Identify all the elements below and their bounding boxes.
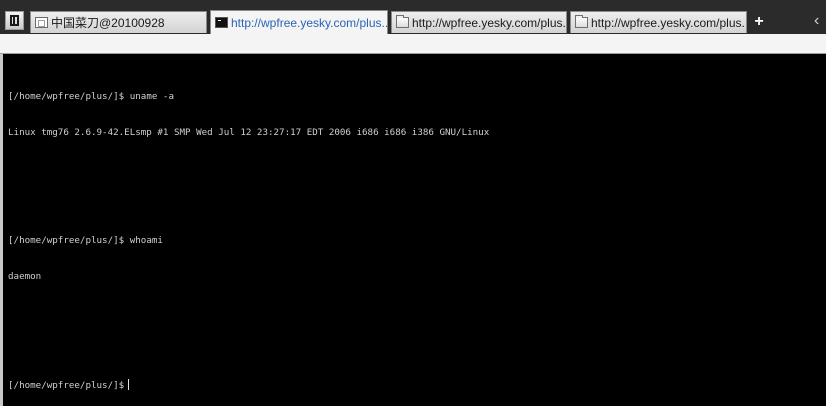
browser-window: 中国菜刀@20100928 http://wpfree.yesky.com/pl… (0, 0, 826, 406)
folder-icon (396, 15, 409, 28)
terminal-output-line: Linux tmg76 2.6.9-42.ELsmp #1 SMP Wed Ju… (8, 127, 490, 138)
terminal-command-line: [/home/wpfree/plus/]$ whoami (8, 235, 489, 247)
terminal-command-line: [/home/wpfree/plus/]$ uname -a (8, 91, 489, 103)
tab-terminal[interactable]: http://wpfree.yesky.com/plus... (210, 10, 388, 34)
text-cursor (128, 379, 130, 390)
tab-file-manager-2[interactable]: http://wpfree.yesky.com/plus... (570, 11, 747, 33)
sidebar-toggle-icon[interactable] (5, 11, 24, 30)
sidebar-panel-icon (10, 15, 19, 26)
terminal-output[interactable]: [/home/wpfree/plus/]$ uname -a Linux tmg… (8, 67, 489, 406)
terminal-input-line[interactable]: [/home/wpfree/plus/]$ (8, 379, 489, 391)
terminal-icon (215, 17, 228, 28)
chevron-left-icon[interactable]: ‹ (814, 11, 826, 31)
folder-icon (575, 15, 588, 28)
new-tab-button[interactable]: + (752, 13, 766, 31)
terminal-panel[interactable]: [/home/wpfree/plus/]$ uname -a Linux tmg… (0, 54, 826, 406)
terminal-command: uname -a (129, 91, 174, 102)
tab-label: 中国菜刀@20100928 (51, 16, 165, 30)
terminal-command: whoami (129, 235, 163, 246)
tab-bar: 中国菜刀@20100928 http://wpfree.yesky.com/pl… (0, 0, 826, 34)
tab-caidao-home[interactable]: 中国菜刀@20100928 (30, 11, 207, 33)
tab-file-manager-1[interactable]: http://wpfree.yesky.com/plus... (391, 11, 567, 33)
toolbar-strip (0, 34, 826, 54)
terminal-prompt: [/home/wpfree/plus/]$ (8, 380, 125, 391)
tab-label: http://wpfree.yesky.com/plus... (591, 15, 746, 30)
terminal-output-line: daemon (8, 271, 42, 282)
terminal-prompt: [/home/wpfree/plus/]$ (8, 235, 125, 246)
page-icon (35, 17, 48, 28)
tab-label: http://wpfree.yesky.com/plus... (231, 15, 387, 30)
terminal-prompt: [/home/wpfree/plus/]$ (8, 91, 125, 102)
tab-label: http://wpfree.yesky.com/plus... (412, 15, 566, 30)
